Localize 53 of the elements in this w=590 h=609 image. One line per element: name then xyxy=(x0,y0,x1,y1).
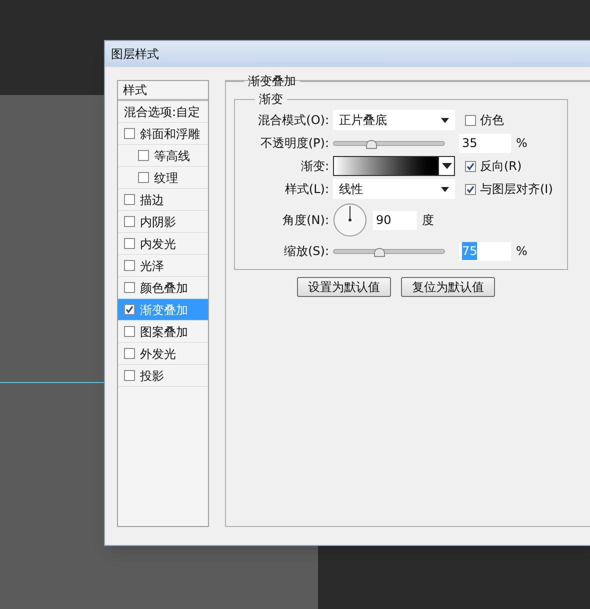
style-list-item[interactable]: 斜面和浮雕 xyxy=(118,123,208,145)
checkbox[interactable] xyxy=(124,282,135,293)
style-dropdown[interactable]: 线性 xyxy=(333,179,455,199)
number-field[interactable]: 35 xyxy=(459,134,511,152)
field-label: 样式(L): xyxy=(284,181,330,198)
checkbox-label: 与图层对齐(I) xyxy=(480,181,553,198)
button[interactable]: 复位为默认值 xyxy=(401,277,495,297)
style-list-item[interactable]: 内阴影 xyxy=(118,211,208,233)
style-list-item[interactable]: 图案叠加 xyxy=(118,321,208,343)
style-list-item[interactable]: 描边 xyxy=(118,189,208,211)
checkbox[interactable] xyxy=(124,348,135,359)
checkbox[interactable] xyxy=(124,304,135,315)
checkbox[interactable] xyxy=(124,128,135,139)
section-title: 渐变叠加 xyxy=(247,73,297,90)
checkbox[interactable] xyxy=(138,150,149,161)
style-list-item[interactable]: 光泽 xyxy=(118,255,208,277)
field-label: 角度(N): xyxy=(282,212,330,229)
checkbox[interactable] xyxy=(465,184,476,194)
style-list-item[interactable]: 外发光 xyxy=(118,343,208,365)
slider-thumb[interactable] xyxy=(374,248,385,257)
field-label: 不透明度(P): xyxy=(259,135,330,152)
unit-label: % xyxy=(516,135,528,152)
checkbox-label: 仿色 xyxy=(480,112,504,129)
checkbox[interactable] xyxy=(124,326,135,337)
style-list-item[interactable]: 混合选项:自定 xyxy=(118,101,208,123)
checkbox[interactable] xyxy=(124,216,135,227)
window-title: 图层样式 xyxy=(111,46,159,63)
style-list-item[interactable]: 内发光 xyxy=(118,233,208,255)
checkbox[interactable] xyxy=(138,172,149,183)
gradient-picker[interactable] xyxy=(333,156,455,176)
field-label: 混合模式(O): xyxy=(257,112,330,129)
checkbox[interactable] xyxy=(124,238,135,249)
field-label: 缩放(S): xyxy=(282,243,330,260)
field-label: 渐变: xyxy=(300,158,330,175)
checkbox[interactable] xyxy=(465,114,476,126)
checkbox[interactable] xyxy=(124,194,135,205)
style-list-item[interactable]: 纹理 xyxy=(118,167,208,189)
button[interactable]: 设置为默认值 xyxy=(297,277,391,297)
style-list-item[interactable]: 等高线 xyxy=(118,145,208,167)
unit-label: 度 xyxy=(422,212,434,229)
unit-label: % xyxy=(516,243,528,260)
group-title: 渐变 xyxy=(258,91,284,108)
checkbox-label: 反向(R) xyxy=(480,158,522,175)
style-list-item[interactable]: 投影 xyxy=(118,365,208,387)
checkbox[interactable] xyxy=(124,370,135,381)
number-field[interactable]: 90 xyxy=(373,210,417,230)
caret-icon xyxy=(442,163,452,169)
checkbox[interactable] xyxy=(124,260,135,271)
list-header: 样式 xyxy=(123,82,147,99)
blend-mode-dropdown[interactable]: 正片叠底 xyxy=(333,110,455,130)
angle-dial[interactable] xyxy=(333,203,367,237)
slider-thumb[interactable] xyxy=(366,140,378,149)
checkbox[interactable] xyxy=(465,160,476,172)
